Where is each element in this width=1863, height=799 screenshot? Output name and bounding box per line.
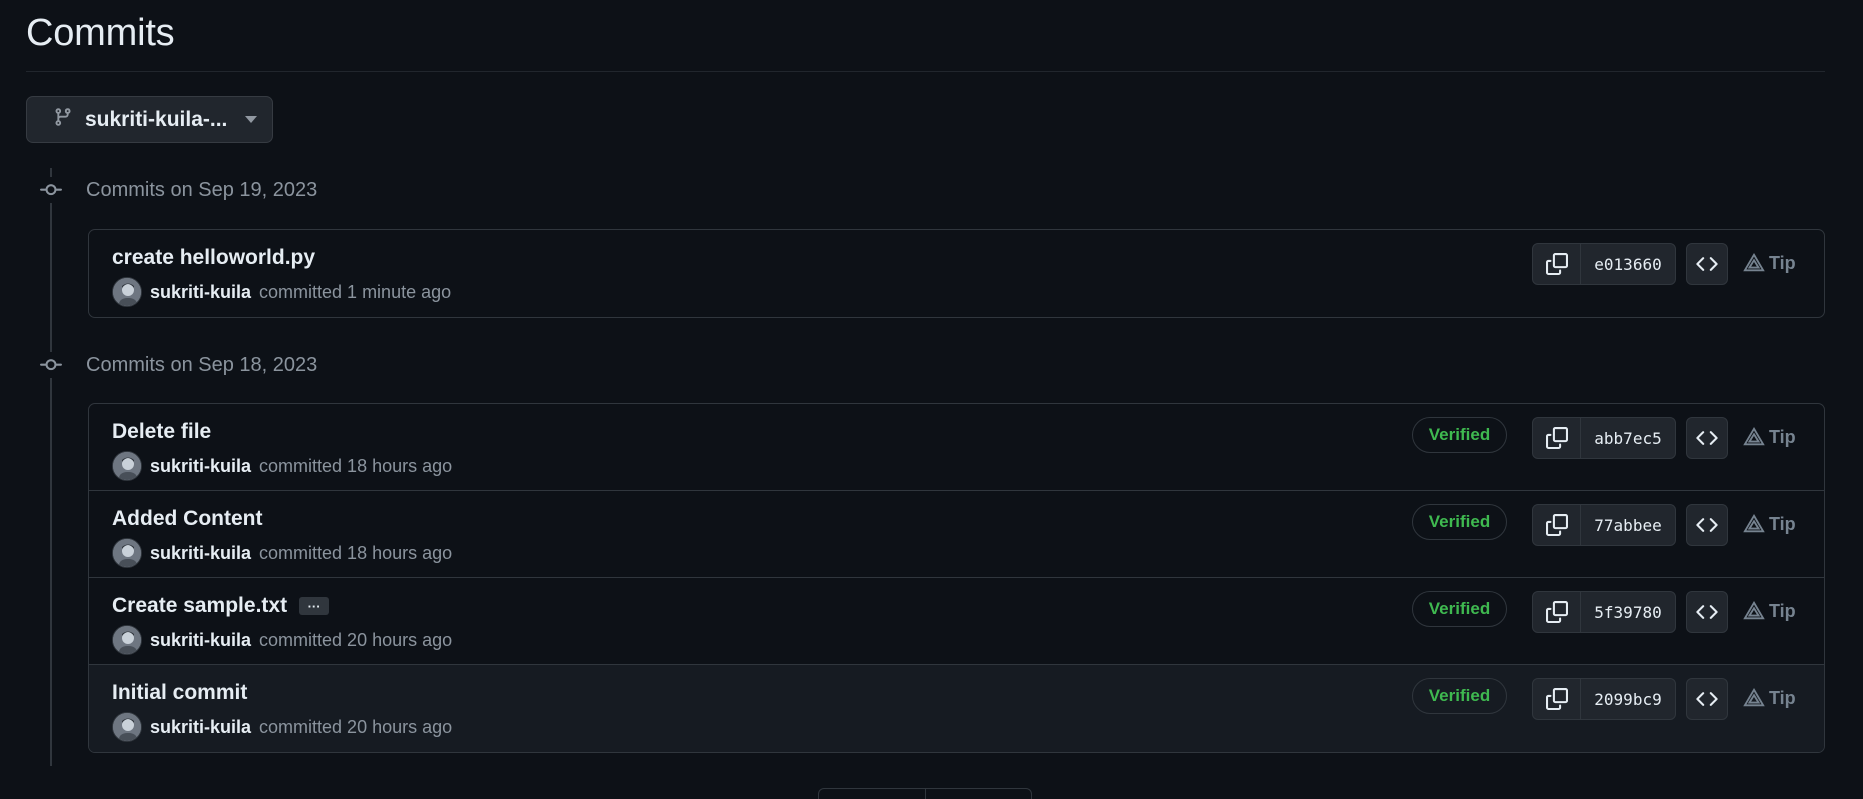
- git-commit-icon: [38, 177, 64, 203]
- copy-icon: [1545, 688, 1568, 710]
- code-icon: [1696, 605, 1718, 619]
- commit-author-link[interactable]: sukriti-kuila: [150, 456, 251, 477]
- tip-button[interactable]: Tip: [1743, 426, 1796, 448]
- commit-author-link[interactable]: sukriti-kuila: [150, 717, 251, 738]
- commit-message-link[interactable]: Create sample.txt: [112, 594, 287, 618]
- avatar[interactable]: [112, 712, 142, 742]
- git-branch-icon: [53, 106, 73, 133]
- verified-badge[interactable]: Verified: [1412, 591, 1507, 627]
- commit-sha-link[interactable]: e013660: [1581, 244, 1675, 284]
- commits-page: Commits sukriti-kuila-... Commits on Sep…: [0, 0, 1863, 799]
- avatar[interactable]: [112, 451, 142, 481]
- tip-label: Tip: [1769, 687, 1796, 708]
- sha-button-group: 77abbee: [1532, 504, 1676, 546]
- commit-message-link[interactable]: create helloworld.py: [112, 246, 315, 270]
- copy-sha-button[interactable]: [1533, 592, 1581, 632]
- code-icon: [1696, 257, 1718, 271]
- commit-row: create helloworld.py sukriti-kuila commi…: [89, 230, 1824, 317]
- tip-button[interactable]: Tip: [1743, 252, 1796, 274]
- browse-repo-button[interactable]: [1686, 678, 1728, 720]
- avatar[interactable]: [112, 277, 142, 307]
- sha-button-group: 5f39780: [1532, 591, 1676, 633]
- expand-message-button[interactable]: ···: [299, 597, 330, 615]
- commit-author-link[interactable]: sukriti-kuila: [150, 543, 251, 564]
- commit-time: committed 18 hours ago: [259, 455, 453, 476]
- commit-row: Create sample.txt ··· sukriti-kuila comm…: [89, 578, 1824, 665]
- commit-message-link[interactable]: Added Content: [112, 507, 262, 531]
- triangle-warning-icon: [1743, 252, 1765, 272]
- commit-list: Delete file sukriti-kuila committed 18 h…: [88, 403, 1825, 753]
- commit-time: committed 1 minute ago: [259, 281, 452, 302]
- verified-badge[interactable]: Verified: [1412, 417, 1507, 453]
- commit-message-link[interactable]: Delete file: [112, 420, 211, 444]
- verified-badge[interactable]: Verified: [1412, 504, 1507, 540]
- commit-row: Delete file sukriti-kuila committed 18 h…: [89, 404, 1824, 491]
- copy-sha-button[interactable]: [1533, 505, 1581, 545]
- branch-selector-button[interactable]: sukriti-kuila-...: [26, 96, 273, 143]
- commit-group-date: Commits on Sep 19, 2023: [86, 178, 318, 201]
- commit-time: committed 18 hours ago: [259, 542, 453, 563]
- avatar[interactable]: [112, 538, 142, 568]
- page-title: Commits: [26, 12, 175, 54]
- commit-author-link[interactable]: sukriti-kuila: [150, 630, 251, 651]
- browse-repo-button[interactable]: [1686, 591, 1728, 633]
- copy-icon: [1545, 514, 1568, 536]
- commit-time: committed 20 hours ago: [259, 716, 453, 737]
- branch-label: sukriti-kuila-...: [85, 107, 228, 131]
- copy-sha-button[interactable]: [1533, 418, 1581, 458]
- copy-sha-button[interactable]: [1533, 244, 1581, 284]
- triangle-warning-icon: [1743, 513, 1765, 533]
- timeline-line: [50, 168, 52, 766]
- tip-button[interactable]: Tip: [1743, 600, 1796, 622]
- commit-group-header: Commits on Sep 18, 2023: [38, 351, 317, 379]
- tip-button[interactable]: Tip: [1743, 687, 1796, 709]
- commit-sha-link[interactable]: 77abbee: [1581, 505, 1675, 545]
- browse-repo-button[interactable]: [1686, 417, 1728, 459]
- sha-button-group: 2099bc9: [1532, 678, 1676, 720]
- verified-badge[interactable]: Verified: [1412, 678, 1507, 714]
- commit-message-link[interactable]: Initial commit: [112, 681, 247, 705]
- sha-button-group: e013660: [1532, 243, 1676, 285]
- commit-row: Added Content sukriti-kuila committed 18…: [89, 491, 1824, 578]
- code-icon: [1696, 692, 1718, 706]
- pagination: [818, 788, 1032, 799]
- browse-repo-button[interactable]: [1686, 504, 1728, 546]
- triangle-warning-icon: [1743, 426, 1765, 446]
- title-divider: [26, 71, 1825, 72]
- commit-author-link[interactable]: sukriti-kuila: [150, 282, 251, 303]
- avatar[interactable]: [112, 625, 142, 655]
- sha-button-group: abb7ec5: [1532, 417, 1676, 459]
- tip-button[interactable]: Tip: [1743, 513, 1796, 535]
- commit-group-header: Commits on Sep 19, 2023: [38, 176, 317, 204]
- triangle-warning-icon: [1743, 600, 1765, 620]
- copy-icon: [1545, 427, 1568, 449]
- tip-label: Tip: [1769, 513, 1796, 534]
- commit-sha-link[interactable]: abb7ec5: [1581, 418, 1675, 458]
- tip-label: Tip: [1769, 252, 1796, 273]
- pagination-newer-button[interactable]: [819, 789, 926, 799]
- commit-sha-link[interactable]: 5f39780: [1581, 592, 1675, 632]
- commit-list: create helloworld.py sukriti-kuila commi…: [88, 229, 1825, 318]
- copy-icon: [1545, 601, 1568, 623]
- commit-row: Initial commit sukriti-kuila committed 2…: [89, 665, 1824, 752]
- copy-sha-button[interactable]: [1533, 679, 1581, 719]
- pagination-older-button[interactable]: [926, 789, 1032, 799]
- git-commit-icon: [38, 352, 64, 378]
- tip-label: Tip: [1769, 600, 1796, 621]
- caret-down-icon: [245, 116, 258, 123]
- commit-sha-link[interactable]: 2099bc9: [1581, 679, 1675, 719]
- commit-group-date: Commits on Sep 18, 2023: [86, 353, 318, 376]
- copy-icon: [1545, 253, 1568, 275]
- code-icon: [1696, 431, 1718, 445]
- commit-time: committed 20 hours ago: [259, 629, 453, 650]
- code-icon: [1696, 518, 1718, 532]
- triangle-warning-icon: [1743, 687, 1765, 707]
- tip-label: Tip: [1769, 426, 1796, 447]
- browse-repo-button[interactable]: [1686, 243, 1728, 285]
